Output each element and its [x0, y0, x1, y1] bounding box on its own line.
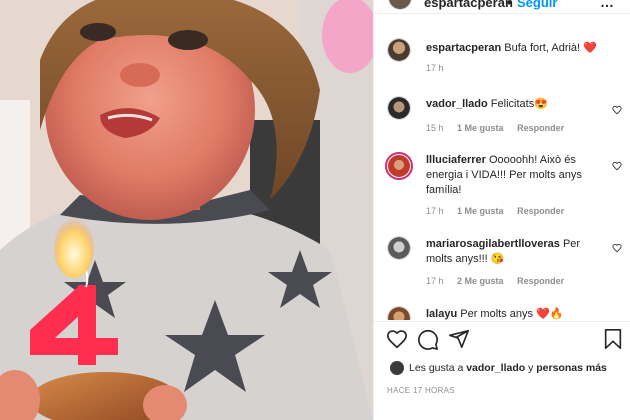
comment-body: Per molts anys ❤️🔥	[457, 308, 564, 320]
post-actions: Les gusta a vador_llado y personas más H…	[374, 321, 630, 420]
bookmark-icon[interactable]	[602, 328, 624, 350]
comment-likes[interactable]: 1 Me gusta	[457, 123, 504, 133]
liker-avatar[interactable]	[390, 361, 404, 375]
reply-button[interactable]: Responder	[517, 123, 564, 133]
heart-icon[interactable]	[386, 328, 408, 350]
likes-prefix: Les gusta a	[409, 362, 467, 374]
avatar[interactable]	[387, 236, 411, 260]
comment-username[interactable]: lalayu	[426, 308, 457, 320]
follow-button[interactable]: Seguir	[517, 0, 557, 10]
comment-body: Felicitats😍	[487, 98, 548, 110]
birthday-child-image	[0, 0, 373, 420]
reply-button[interactable]: Responder	[517, 206, 564, 216]
post-photo[interactable]	[0, 0, 373, 420]
comment-time[interactable]: 17 h	[426, 276, 444, 286]
likes-text: Les gusta a vador_llado y personas más	[409, 362, 607, 374]
likes-summary[interactable]: Les gusta a vador_llado y personas más	[387, 360, 627, 378]
post-side-panel: espartacperan • Seguir … espartacperan B…	[373, 0, 630, 420]
comment-time[interactable]: 17 h	[426, 206, 444, 216]
comment-time[interactable]: 15 h	[426, 123, 444, 133]
comment-username[interactable]: llluciaferrer	[426, 154, 486, 166]
comment-username[interactable]: mariarosagilabertlloveras	[426, 238, 560, 250]
avatar[interactable]	[385, 152, 413, 180]
paper-plane-icon[interactable]	[448, 328, 470, 350]
comment-text: mariarosagilabertlloveras Per molts anys…	[426, 237, 606, 267]
comment-meta: 15 h 1 Me gusta Responder	[426, 123, 575, 133]
like-comment-heart-icon[interactable]	[612, 161, 622, 171]
comment-text: espartacperan Bufa fort, Adrià! ❤️	[426, 41, 606, 56]
comment-text: llluciaferrer Ooooohh! Això és energia i…	[426, 153, 606, 198]
comment-likes[interactable]: 2 Me gusta	[457, 276, 504, 286]
reply-button[interactable]: Responder	[517, 276, 564, 286]
comment-text: lalayu Per molts anys ❤️🔥	[426, 307, 606, 320]
avatar[interactable]	[387, 38, 411, 62]
likes-others-link[interactable]: personas más	[536, 362, 607, 374]
comment-text: vador_llado Felicitats😍	[426, 97, 606, 112]
comment-username[interactable]: espartacperan	[426, 42, 501, 54]
comment-body: Bufa fort, Adrià! ❤️	[501, 42, 597, 54]
likes-middle: y	[525, 362, 537, 374]
post-header: espartacperan • Seguir …	[374, 0, 630, 14]
avatar[interactable]	[387, 306, 411, 320]
comment-likes[interactable]: 1 Me gusta	[457, 206, 504, 216]
author-username[interactable]: espartacperan	[424, 0, 513, 10]
comment-username[interactable]: vador_llado	[426, 98, 488, 110]
more-options-icon[interactable]: …	[600, 0, 615, 10]
comments-list[interactable]: espartacperan Bufa fort, Adrià! ❤️ 17 h …	[374, 14, 630, 320]
avatar[interactable]	[387, 96, 411, 120]
comment-time[interactable]: 17 h	[426, 63, 444, 73]
comment-meta: 17 h 1 Me gusta Responder	[426, 206, 575, 216]
comment-meta: 17 h	[426, 63, 455, 73]
separator-dot: •	[507, 0, 512, 10]
comment-meta: 17 h 2 Me gusta Responder	[426, 276, 575, 286]
like-comment-heart-icon[interactable]	[612, 243, 622, 253]
liker-username[interactable]: vador_llado	[466, 362, 525, 374]
like-comment-heart-icon[interactable]	[612, 105, 622, 115]
post-timestamp[interactable]: HACE 17 HORAS	[387, 386, 455, 395]
author-avatar[interactable]	[388, 0, 412, 10]
comment-icon[interactable]	[417, 328, 439, 350]
